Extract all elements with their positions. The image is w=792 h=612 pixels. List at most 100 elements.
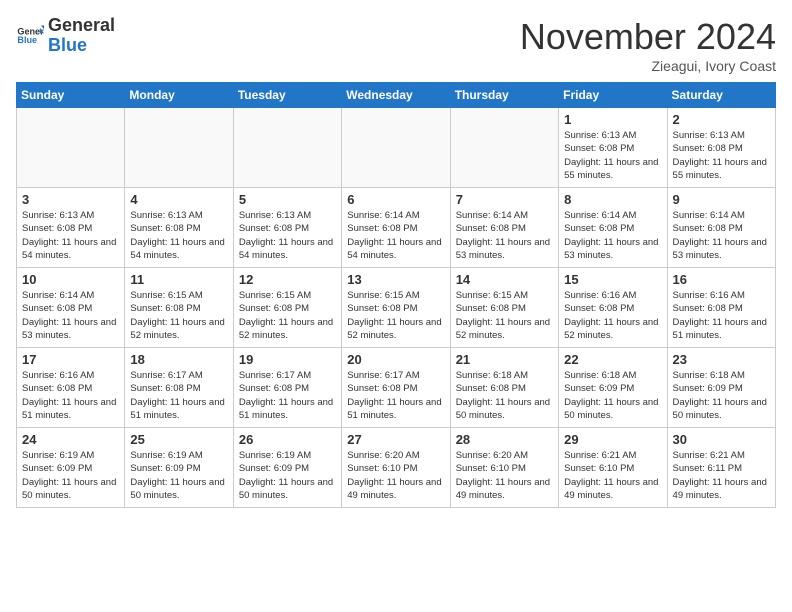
col-sunday: Sunday (17, 83, 125, 108)
day-number: 8 (564, 192, 661, 207)
day-info: Sunrise: 6:14 AMSunset: 6:08 PMDaylight:… (456, 209, 553, 262)
calendar-cell: 8 Sunrise: 6:14 AMSunset: 6:08 PMDaylight… (559, 188, 667, 268)
day-number: 3 (22, 192, 119, 207)
day-number: 28 (456, 432, 553, 447)
day-info: Sunrise: 6:14 AMSunset: 6:08 PMDaylight:… (347, 209, 444, 262)
day-number: 11 (130, 272, 227, 287)
day-info: Sunrise: 6:21 AMSunset: 6:11 PMDaylight:… (673, 449, 770, 502)
day-info: Sunrise: 6:20 AMSunset: 6:10 PMDaylight:… (456, 449, 553, 502)
calendar-cell: 15 Sunrise: 6:16 AMSunset: 6:08 PMDayligh… (559, 268, 667, 348)
col-thursday: Thursday (450, 83, 558, 108)
day-number: 17 (22, 352, 119, 367)
day-info: Sunrise: 6:15 AMSunset: 6:08 PMDaylight:… (347, 289, 444, 342)
month-title: November 2024 (520, 16, 776, 58)
calendar-week-row: 24 Sunrise: 6:19 AMSunset: 6:09 PMDayligh… (17, 428, 776, 508)
day-number: 9 (673, 192, 770, 207)
calendar-cell: 20 Sunrise: 6:17 AMSunset: 6:08 PMDayligh… (342, 348, 450, 428)
day-number: 29 (564, 432, 661, 447)
day-number: 10 (22, 272, 119, 287)
calendar-week-row: 10 Sunrise: 6:14 AMSunset: 6:08 PMDayligh… (17, 268, 776, 348)
day-info: Sunrise: 6:19 AMSunset: 6:09 PMDaylight:… (130, 449, 227, 502)
calendar-cell: 1 Sunrise: 6:13 AMSunset: 6:08 PMDaylight… (559, 108, 667, 188)
day-info: Sunrise: 6:17 AMSunset: 6:08 PMDaylight:… (239, 369, 336, 422)
day-number: 24 (22, 432, 119, 447)
day-info: Sunrise: 6:16 AMSunset: 6:08 PMDaylight:… (564, 289, 661, 342)
calendar-cell (125, 108, 233, 188)
day-number: 6 (347, 192, 444, 207)
calendar-cell: 4 Sunrise: 6:13 AMSunset: 6:08 PMDaylight… (125, 188, 233, 268)
calendar-cell: 17Sunrise: 6:16 AMSunset: 6:08 PMDayligh… (17, 348, 125, 428)
calendar-cell: 9 Sunrise: 6:14 AMSunset: 6:08 PMDaylight… (667, 188, 775, 268)
calendar-cell (17, 108, 125, 188)
day-number: 5 (239, 192, 336, 207)
calendar-cell: 6 Sunrise: 6:14 AMSunset: 6:08 PMDaylight… (342, 188, 450, 268)
col-saturday: Saturday (667, 83, 775, 108)
day-number: 26 (239, 432, 336, 447)
page-header: General Blue General Blue November 2024 … (16, 16, 776, 74)
logo: General Blue General Blue (16, 16, 115, 56)
day-info: Sunrise: 6:18 AMSunset: 6:09 PMDaylight:… (564, 369, 661, 422)
day-info: Sunrise: 6:19 AMSunset: 6:09 PMDaylight:… (239, 449, 336, 502)
calendar-cell: 3 Sunrise: 6:13 AMSunset: 6:08 PMDaylight… (17, 188, 125, 268)
calendar-cell: 7Sunrise: 6:14 AMSunset: 6:08 PMDaylight… (450, 188, 558, 268)
logo-general-text: General (48, 15, 115, 35)
col-wednesday: Wednesday (342, 83, 450, 108)
calendar-cell: 25Sunrise: 6:19 AMSunset: 6:09 PMDayligh… (125, 428, 233, 508)
day-number: 23 (673, 352, 770, 367)
day-info: Sunrise: 6:14 AMSunset: 6:08 PMDaylight:… (22, 289, 119, 342)
day-info: Sunrise: 6:14 AMSunset: 6:08 PMDaylight:… (673, 209, 770, 262)
calendar-cell: 2 Sunrise: 6:13 AMSunset: 6:08 PMDaylight… (667, 108, 775, 188)
day-number: 30 (673, 432, 770, 447)
calendar-cell: 11 Sunrise: 6:15 AMSunset: 6:08 PMDayligh… (125, 268, 233, 348)
day-number: 15 (564, 272, 661, 287)
calendar-week-row: 1 Sunrise: 6:13 AMSunset: 6:08 PMDaylight… (17, 108, 776, 188)
day-number: 14 (456, 272, 553, 287)
day-number: 4 (130, 192, 227, 207)
day-info: Sunrise: 6:17 AMSunset: 6:08 PMDaylight:… (347, 369, 444, 422)
day-info: Sunrise: 6:18 AMSunset: 6:09 PMDaylight:… (673, 369, 770, 422)
day-info: Sunrise: 6:18 AMSunset: 6:08 PMDaylight:… (456, 369, 553, 422)
calendar-cell: 26 Sunrise: 6:19 AMSunset: 6:09 PMDayligh… (233, 428, 341, 508)
calendar-cell: 21Sunrise: 6:18 AMSunset: 6:08 PMDayligh… (450, 348, 558, 428)
title-block: November 2024 Zieagui, Ivory Coast (520, 16, 776, 74)
day-number: 20 (347, 352, 444, 367)
day-number: 1 (564, 112, 661, 127)
day-info: Sunrise: 6:15 AMSunset: 6:08 PMDaylight:… (130, 289, 227, 342)
calendar-cell: 24 Sunrise: 6:19 AMSunset: 6:09 PMDayligh… (17, 428, 125, 508)
day-number: 13 (347, 272, 444, 287)
day-number: 27 (347, 432, 444, 447)
day-number: 12 (239, 272, 336, 287)
day-info: Sunrise: 6:16 AMSunset: 6:08 PMDaylight:… (673, 289, 770, 342)
day-info: Sunrise: 6:14 AMSunset: 6:08 PMDaylight:… (564, 209, 661, 262)
calendar-cell: 19 Sunrise: 6:17 AMSunset: 6:08 PMDayligh… (233, 348, 341, 428)
svg-text:Blue: Blue (17, 35, 37, 45)
day-info: Sunrise: 6:13 AMSunset: 6:08 PMDaylight:… (22, 209, 119, 262)
calendar-cell: 18 Sunrise: 6:17 AMSunset: 6:08 PMDayligh… (125, 348, 233, 428)
day-number: 18 (130, 352, 227, 367)
day-info: Sunrise: 6:13 AMSunset: 6:08 PMDaylight:… (239, 209, 336, 262)
calendar-cell (342, 108, 450, 188)
location: Zieagui, Ivory Coast (520, 58, 776, 74)
calendar-cell: 10 Sunrise: 6:14 AMSunset: 6:08 PMDayligh… (17, 268, 125, 348)
calendar-cell: 28 Sunrise: 6:20 AMSunset: 6:10 PMDayligh… (450, 428, 558, 508)
day-info: Sunrise: 6:21 AMSunset: 6:10 PMDaylight:… (564, 449, 661, 502)
day-number: 22 (564, 352, 661, 367)
day-info: Sunrise: 6:13 AMSunset: 6:08 PMDaylight:… (130, 209, 227, 262)
day-info: Sunrise: 6:13 AMSunset: 6:08 PMDaylight:… (673, 129, 770, 182)
day-info: Sunrise: 6:20 AMSunset: 6:10 PMDaylight:… (347, 449, 444, 502)
calendar-cell: 13 Sunrise: 6:15 AMSunset: 6:08 PMDayligh… (342, 268, 450, 348)
logo-blue-text: Blue (48, 35, 87, 55)
day-info: Sunrise: 6:15 AMSunset: 6:08 PMDaylight:… (456, 289, 553, 342)
calendar-table: Sunday Monday Tuesday Wednesday Thursday… (16, 82, 776, 508)
col-friday: Friday (559, 83, 667, 108)
day-number: 19 (239, 352, 336, 367)
day-number: 2 (673, 112, 770, 127)
calendar-cell: 29 Sunrise: 6:21 AMSunset: 6:10 PMDayligh… (559, 428, 667, 508)
calendar-cell: 27 Sunrise: 6:20 AMSunset: 6:10 PMDayligh… (342, 428, 450, 508)
calendar-cell: 23 Sunrise: 6:18 AMSunset: 6:09 PMDayligh… (667, 348, 775, 428)
col-tuesday: Tuesday (233, 83, 341, 108)
day-info: Sunrise: 6:13 AMSunset: 6:08 PMDaylight:… (564, 129, 661, 182)
day-info: Sunrise: 6:19 AMSunset: 6:09 PMDaylight:… (22, 449, 119, 502)
col-monday: Monday (125, 83, 233, 108)
day-info: Sunrise: 6:17 AMSunset: 6:08 PMDaylight:… (130, 369, 227, 422)
